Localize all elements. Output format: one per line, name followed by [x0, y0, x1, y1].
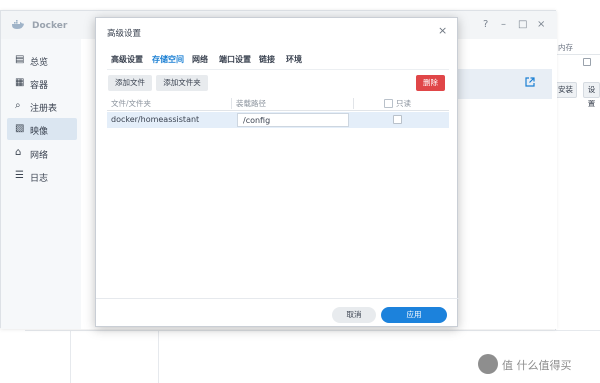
- table-row[interactable]: docker/homeassistant /config: [107, 112, 449, 128]
- maximize-icon[interactable]: □: [518, 19, 527, 30]
- mount-path-input[interactable]: /config: [237, 113, 349, 127]
- sidebar-item-container[interactable]: ▦ 容器: [7, 72, 77, 94]
- column-separator: [353, 98, 354, 109]
- sidebar-item-image[interactable]: ▧ 映像: [7, 118, 77, 140]
- log-icon: ☰: [15, 170, 24, 181]
- sidebar-item-label: 容器: [30, 81, 49, 91]
- dialog-title: 高级设置: [107, 29, 142, 39]
- registry-icon: ⌕: [15, 100, 21, 111]
- calendar-icon[interactable]: [583, 58, 591, 66]
- close-icon[interactable]: ×: [537, 19, 545, 30]
- app-title: Docker: [32, 21, 68, 31]
- column-header-readonly: 只读: [396, 99, 411, 108]
- divider: [556, 54, 600, 55]
- sidebar-item-label: 网络: [30, 151, 49, 161]
- tab-advanced[interactable]: 高级设置: [111, 54, 143, 65]
- background-window: 内存 安装 设置: [554, 30, 600, 350]
- install-button[interactable]: 安装: [554, 82, 577, 98]
- advanced-settings-dialog: 高级设置 × 高级设置 存储空间 网络 端口设置 链接 环境 添加文件 添加文件…: [95, 17, 459, 328]
- settings-button[interactable]: 设置: [583, 82, 600, 108]
- cancel-button[interactable]: 取消: [332, 307, 376, 323]
- tab-links[interactable]: 链接: [259, 54, 275, 65]
- sidebar-item-overview[interactable]: ▤ 总览: [7, 49, 77, 71]
- network-icon: ⌂: [15, 147, 22, 158]
- table-header: 文件/文件夹 装载路径 只读: [107, 96, 449, 111]
- sidebar-item-label: 日志: [30, 174, 49, 184]
- external-link-icon[interactable]: [525, 77, 535, 87]
- add-file-button[interactable]: 添加文件: [108, 75, 152, 91]
- image-icon: ▧: [15, 123, 25, 134]
- tab-network[interactable]: 网络: [192, 54, 208, 65]
- sidebar-item-network[interactable]: ⌂ 网络: [7, 142, 77, 164]
- delete-button[interactable]: 删除: [416, 75, 445, 91]
- sidebar-item-label: 注册表: [30, 104, 58, 114]
- sidebar-item-label: 总览: [30, 58, 49, 68]
- watermark-text: 值 什么值得买: [502, 359, 572, 372]
- tab-environment[interactable]: 环境: [286, 54, 302, 65]
- folder-cell: docker/homeassistant: [111, 115, 200, 124]
- column-header-mount-path: 装载路径: [236, 99, 266, 108]
- sidebar-item-registry[interactable]: ⌕ 注册表: [7, 95, 77, 117]
- tab-port-settings[interactable]: 端口设置: [219, 54, 251, 65]
- overview-icon: ▤: [15, 54, 25, 65]
- column-separator: [231, 98, 232, 109]
- close-icon[interactable]: ×: [438, 24, 447, 37]
- divider: [70, 331, 71, 383]
- watermark-logo-icon: [478, 354, 498, 374]
- add-folder-button[interactable]: 添加文件夹: [156, 75, 208, 91]
- apply-button[interactable]: 应用: [381, 307, 447, 323]
- divider: [107, 69, 449, 70]
- mount-path-value: /config: [243, 116, 271, 125]
- readonly-checkbox[interactable]: [393, 115, 402, 124]
- sidebar-item-label: 映像: [30, 127, 49, 137]
- docker-logo-icon: [12, 20, 24, 29]
- minimize-icon[interactable]: –: [501, 19, 506, 30]
- container-icon: ▦: [15, 77, 25, 88]
- readonly-select-all-checkbox[interactable]: [384, 99, 393, 108]
- dialog-footer: 取消 应用: [96, 298, 459, 328]
- divider: [158, 331, 159, 383]
- sidebar: ▤ 总览 ▦ 容器 ⌕ 注册表 ▧ 映像 ⌂ 网络 ☰ 日志: [1, 39, 81, 329]
- sidebar-item-log[interactable]: ☰ 日志: [7, 165, 77, 187]
- column-header-folder: 文件/文件夹: [111, 99, 152, 108]
- tab-storage[interactable]: 存储空间: [152, 54, 184, 65]
- memory-column-header: 内存: [558, 43, 573, 52]
- help-icon[interactable]: ?: [483, 19, 488, 30]
